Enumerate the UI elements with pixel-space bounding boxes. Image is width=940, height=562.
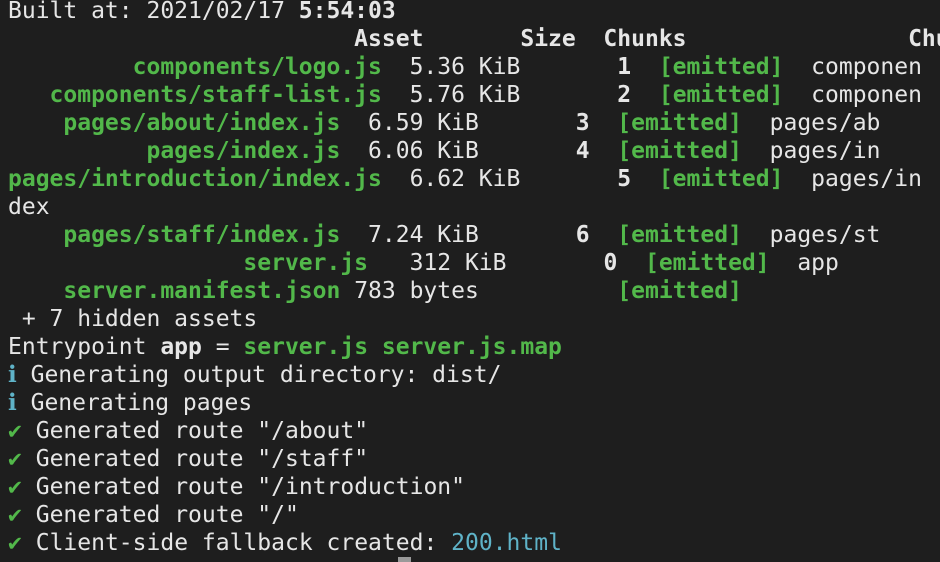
build-timestamp-line: Built at: 2021/02/17 5:54:03 — [8, 0, 396, 25]
asset-chunk: 4 — [478, 138, 590, 164]
row-pad — [8, 110, 63, 136]
route-line-introduction: ✔ Generated route "/introduction" — [8, 474, 465, 500]
build-time: 5:54:03 — [298, 0, 396, 24]
asset-name: components/logo.js — [132, 54, 382, 80]
asset-status: [emitted] — [589, 222, 742, 248]
asset-chunk: 2 — [520, 82, 632, 108]
asset-row: pages/index.js 6.06 KiB 4 [emitted] page… — [8, 137, 880, 165]
check-icon: ✔ — [8, 418, 22, 444]
asset-size: 6.62 KiB — [381, 166, 521, 192]
asset-name: server.manifest.json — [63, 278, 341, 304]
chunk-name: pages/in — [783, 166, 922, 192]
asset-status: [emitted] — [589, 138, 742, 164]
check-icon: ✔ — [8, 474, 22, 500]
fallback-line: ✔ Client-side fallback created: 200.html — [8, 530, 562, 556]
chunk-name: pages/ab — [741, 110, 881, 136]
asset-row: components/logo.js 5.36 KiB 1 [emitted] … — [8, 53, 922, 81]
entrypoint-name: app — [160, 334, 202, 360]
row-pad — [8, 138, 146, 164]
asset-row: server.js 312 KiB 0 [emitted] app — [8, 249, 839, 277]
route-line-staff: ✔ Generated route "/staff" — [8, 446, 369, 472]
asset-row: pages/introduction/index.js 6.62 KiB 5 [… — [8, 165, 922, 193]
chunk-name: componen — [783, 54, 922, 80]
asset-row-wrap: dex — [8, 194, 50, 220]
terminal-window[interactable]: Built at: 2021/02/17 5:54:03 Asset Size … — [0, 0, 940, 562]
asset-size: 6.06 KiB — [340, 138, 479, 164]
info-line-output-dir: ℹ Generating output directory: dist/ — [8, 362, 502, 388]
hidden-assets-line: + 7 hidden assets — [8, 306, 258, 332]
asset-size: 783 bytes — [340, 278, 479, 304]
asset-chunk: 5 — [520, 166, 632, 192]
asset-table-header: Asset Size Chunks Chunk Na — [8, 26, 940, 52]
row-pad — [8, 222, 63, 248]
fallback-file: 200.html — [451, 530, 562, 556]
asset-row: pages/staff/index.js 7.24 KiB 6 [emitted… — [8, 221, 880, 249]
asset-status: [emitted] — [631, 166, 784, 192]
asset-status: [emitted] — [631, 82, 784, 108]
asset-row: components/staff-list.js 5.76 KiB 2 [emi… — [8, 81, 922, 109]
chunk-name: app — [769, 250, 839, 276]
asset-chunk: 1 — [520, 54, 632, 80]
asset-size: 6.59 KiB — [340, 110, 479, 136]
build-label: Built at: 2021/02/17 — [8, 0, 299, 24]
chunk-name: pages/st — [741, 222, 881, 248]
check-icon: ✔ — [8, 446, 22, 472]
asset-size: 5.36 KiB — [381, 54, 521, 80]
asset-name: pages/introduction/index.js — [8, 166, 382, 192]
row-pad — [8, 54, 133, 80]
route-line-root: ✔ Generated route "/" — [8, 502, 299, 528]
asset-size: 7.24 KiB — [340, 222, 479, 248]
check-icon: ✔ — [8, 530, 22, 556]
prompt-line[interactable] — [8, 555, 411, 562]
asset-size: 5.76 KiB — [381, 82, 521, 108]
asset-name: server.js — [243, 250, 369, 276]
asset-chunk: 3 — [478, 110, 590, 136]
row-pad — [8, 278, 63, 304]
row-pad — [8, 250, 243, 276]
chunk-name: pages/in — [741, 138, 881, 164]
info-icon: ℹ — [8, 362, 17, 388]
check-icon: ✔ — [8, 502, 22, 528]
asset-size: 312 KiB — [368, 250, 507, 276]
info-icon: ℹ — [8, 390, 17, 416]
asset-chunk: 0 — [506, 250, 618, 276]
asset-name: pages/about/index.js — [63, 110, 341, 136]
info-line-pages: ℹ Generating pages — [8, 390, 253, 416]
route-line-about: ✔ Generated route "/about" — [8, 418, 369, 444]
asset-name: pages/staff/index.js — [63, 222, 341, 248]
entrypoint-files: server.js server.js.map — [243, 334, 562, 360]
asset-row: server.manifest.json 783 bytes [emitted] — [8, 277, 742, 305]
asset-status: [emitted] — [617, 250, 770, 276]
asset-chunk — [479, 278, 590, 304]
entrypoint-line: Entrypoint app = server.js server.js.map — [8, 334, 562, 360]
asset-status: [emitted] — [589, 278, 742, 304]
chunk-name: componen — [783, 82, 922, 108]
asset-row: pages/about/index.js 6.59 KiB 3 [emitted… — [8, 109, 880, 137]
asset-chunk: 6 — [478, 222, 590, 248]
asset-name: pages/index.js — [146, 138, 341, 164]
asset-name: components/staff-list.js — [49, 82, 382, 108]
asset-status: [emitted] — [589, 110, 742, 136]
cursor — [398, 557, 411, 562]
asset-status: [emitted] — [631, 54, 784, 80]
row-pad — [8, 82, 50, 108]
